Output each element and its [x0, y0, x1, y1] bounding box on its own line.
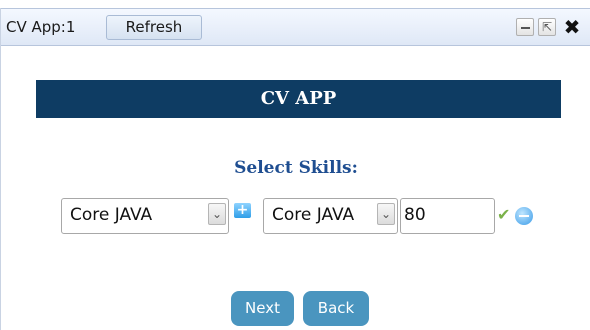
minimize-icon[interactable]	[516, 18, 534, 36]
plus-icon[interactable]: +	[234, 203, 251, 218]
minus-icon[interactable]	[515, 207, 533, 225]
popout-icon[interactable]: ⇱	[538, 18, 556, 36]
checkmark-icon[interactable]: ✔	[497, 207, 515, 223]
app-banner: CV APP	[36, 80, 561, 118]
chevron-down-icon[interactable]: ⌄	[377, 203, 395, 225]
skill-category-value: Core JAVA	[70, 205, 153, 225]
select-skills-label: Select Skills:	[234, 158, 358, 178]
close-icon[interactable]: ✖	[561, 17, 583, 37]
skill-category-select[interactable]: Core JAVA ⌄	[61, 198, 229, 234]
back-button[interactable]: Back	[303, 291, 369, 326]
app-window: CV App:1 Refresh ⇱ ✖ CV APP Select Skill…	[0, 8, 590, 330]
refresh-button[interactable]: Refresh	[106, 15, 202, 40]
score-input[interactable]: 80	[400, 198, 495, 234]
window-titlebar: CV App:1 Refresh ⇱ ✖	[1, 8, 590, 46]
skill-name-select[interactable]: Core JAVA ⌄	[263, 198, 398, 234]
skill-name-value: Core JAVA	[272, 205, 355, 225]
next-button[interactable]: Next	[231, 291, 294, 326]
chevron-down-icon[interactable]: ⌄	[208, 203, 226, 225]
window-title: CV App:1	[6, 18, 76, 36]
